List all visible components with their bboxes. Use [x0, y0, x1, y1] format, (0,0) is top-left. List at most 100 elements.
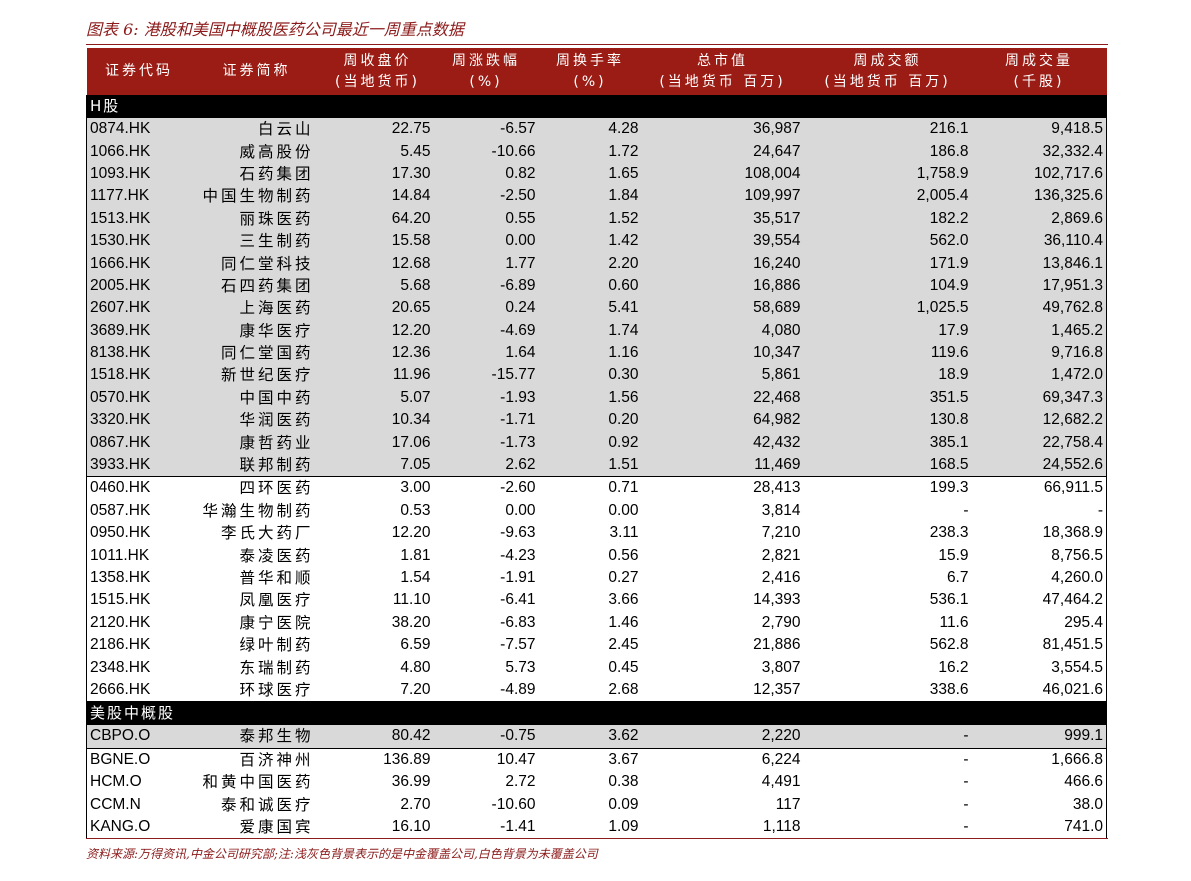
cell-trade-volume: 3,554.5 [971, 656, 1107, 679]
cell-trade-volume: 9,418.5 [971, 117, 1107, 141]
cell-weekly-change: -15.77 [433, 364, 539, 387]
cell-turnover-rate: 0.27 [608, 569, 639, 586]
cell-market-cap: 7,210 [761, 524, 801, 542]
cell-trade-value: 171.9 [803, 252, 972, 275]
table-row: CCM.N 泰和诚医疗 2.70 -10.60 0.09 117 -38.0 [86, 793, 1107, 816]
col-header-market-cap: 总市值 (当地货币 百万) [641, 48, 804, 95]
cell-trade-value: 16.2 [938, 658, 969, 676]
cell-code: 1066.HK [86, 140, 192, 163]
cell-turnover-rate: 2.20 [538, 252, 642, 275]
cell-market-cap: 5,861 [641, 364, 804, 387]
cell-close-price: 11.96 [321, 364, 434, 387]
cell-code: 2120.HK [86, 611, 192, 634]
cell-code: 0570.HK [86, 386, 192, 410]
cell-weekly-change: 0.82 [433, 162, 539, 186]
cell-close-price: 12.68 [321, 252, 434, 275]
cell-close-price: 17.06 [321, 431, 434, 454]
cell-name: 联邦制药 [191, 453, 322, 478]
cell-trade-value: 199.3 [803, 476, 972, 500]
cell-trade-volume: 81,451.5 [971, 633, 1107, 657]
cell-close-price: 64.20 [321, 207, 434, 230]
cell-name: 普华和顺 [239, 569, 314, 587]
cell-close-price: 15.58 [321, 229, 434, 253]
cell-trade-volume: 38.0 [971, 793, 1107, 816]
cell-trade-value: 182.2 [803, 207, 972, 230]
cell-trade-value: - [803, 815, 972, 840]
cell-trade-volume: 1,465.2 [971, 319, 1107, 342]
cell-code: BGNE.O [86, 747, 192, 771]
cell-trade-volume: 1,472.0 [971, 364, 1107, 387]
cell-market-cap: 22,468 [641, 386, 804, 410]
cell-market-cap: 3,814 [761, 501, 801, 519]
cell-trade-volume: 32,332.4 [971, 140, 1107, 163]
cell-trade-volume: 9,716.8 [971, 341, 1107, 365]
cell-turnover-rate: 0.30 [538, 364, 642, 387]
col-header-weekly-change: 周涨跌幅 (%) [433, 48, 539, 95]
section-header-row: H股 [86, 95, 1107, 118]
cell-name: 凤凰医疗 [239, 591, 314, 610]
cell-trade-volume: 47,464.2 [971, 589, 1107, 612]
cell-name: 和黄中国医药 [202, 773, 314, 792]
table-row: CBPO.O 泰邦生物 80.42 -0.75 3.62 2,220-999.1 [86, 724, 1107, 749]
cell-trade-value: 18.9 [803, 364, 972, 387]
cell-code: 1513.HK [86, 207, 192, 230]
cell-turnover-rate: 1.84 [538, 185, 642, 208]
cell-turnover-rate: 2.45 [608, 636, 639, 654]
cell-market-cap: 64,982 [641, 409, 804, 432]
cell-name: 白云山 [191, 117, 322, 141]
cell-name: 康华医疗 [191, 319, 322, 342]
cell-trade-value: 15.9 [938, 546, 969, 564]
cell-trade-volume: 22,758.4 [971, 431, 1107, 454]
cell-trade-volume: 295.4 [971, 611, 1107, 634]
cell-name: 同仁堂科技 [191, 252, 322, 275]
cell-weekly-change: 1.77 [433, 252, 539, 275]
cell-trade-volume: 12,682.2 [971, 409, 1107, 432]
cell-name: 四环医药 [191, 476, 322, 500]
cell-turnover-rate: 1.46 [608, 613, 639, 631]
cell-name: 丽珠医药 [191, 207, 322, 230]
cell-market-cap: 21,886 [753, 636, 801, 654]
header-row: 证券代码 证券简称 周收盘价 (当地货币) 周涨跌幅 (%) 周换手率 (%) 总市值… [86, 48, 1107, 95]
cell-turnover-rate: 3.66 [608, 591, 639, 609]
cell-trade-value: 168.5 [803, 453, 972, 478]
cell-close-price: 11.10 [392, 591, 431, 609]
cell-code: 3689.HK [86, 319, 192, 342]
cell-market-cap: 16,886 [641, 274, 804, 298]
cell-name: 新世纪医疗 [191, 364, 322, 387]
cell-turnover-rate: 1.74 [538, 319, 642, 342]
cell-turnover-rate: 1.52 [538, 207, 642, 230]
table-row: 1513.HK 丽珠医药 64.20 0.55 1.52 35,517 182.2 2,869… [86, 207, 1107, 230]
cell-market-cap: 10,347 [641, 341, 804, 365]
cell-code: 0874.HK [86, 117, 192, 141]
cell-trade-volume: 36,110.4 [971, 229, 1107, 253]
cell-weekly-change: -1.91 [500, 569, 536, 586]
cell-trade-volume: 69,347.3 [971, 386, 1107, 410]
cell-close-price: 10.34 [321, 409, 434, 432]
table-row: 1177.HK 中国生物制药 14.84 -2.50 1.84 109,997 2,005.… [86, 185, 1107, 208]
cell-close-price: 14.84 [321, 185, 434, 208]
cell-name: 泰凌医药 [239, 546, 314, 565]
cell-code: 1358.HK [86, 566, 192, 590]
cell-trade-volume: 13,846.1 [971, 252, 1107, 275]
cell-code: 0867.HK [86, 431, 192, 454]
cell-trade-volume: 999.1 [971, 724, 1107, 749]
cell-turnover-rate: 4.28 [538, 117, 642, 141]
cell-weekly-change: 5.73 [505, 658, 536, 676]
table-row: BGNE.O 百济神州 136.89 10.47 3.67 6,224-1,666.8 [86, 747, 1107, 771]
cell-close-price: 0.53 [400, 501, 431, 519]
table-row: 2005.HK 石四药集团 5.68 -6.89 0.60 16,886 104.9 17,9… [86, 274, 1107, 298]
cell-trade-value: 104.9 [803, 274, 972, 298]
col-header-close-price: 周收盘价 (当地货币) [321, 48, 434, 95]
cell-weekly-change: 2.72 [505, 773, 536, 791]
cell-trade-volume: 1,666.8 [971, 747, 1107, 771]
table-row: 1518.HK 新世纪医疗 11.96 -15.77 0.30 5,861 18.9 1,47… [86, 364, 1107, 387]
cell-weekly-change: -6.83 [500, 613, 536, 631]
cell-weekly-change: -1.73 [433, 431, 539, 454]
cell-code: 2005.HK [86, 274, 192, 298]
cell-name: 东瑞制药 [239, 658, 314, 677]
cell-close-price: 38.20 [391, 613, 431, 631]
table-row: 1093.HK 石药集团 17.30 0.82 1.65 108,004 1,758.9 10… [86, 162, 1107, 186]
cell-turnover-rate: 0.71 [538, 476, 642, 500]
cell-market-cap: 4,491 [761, 773, 801, 791]
table-row: 0950.HK 李氏大药厂 12.20 -9.63 3.11 7,210 238.3 18,3… [86, 522, 1107, 545]
